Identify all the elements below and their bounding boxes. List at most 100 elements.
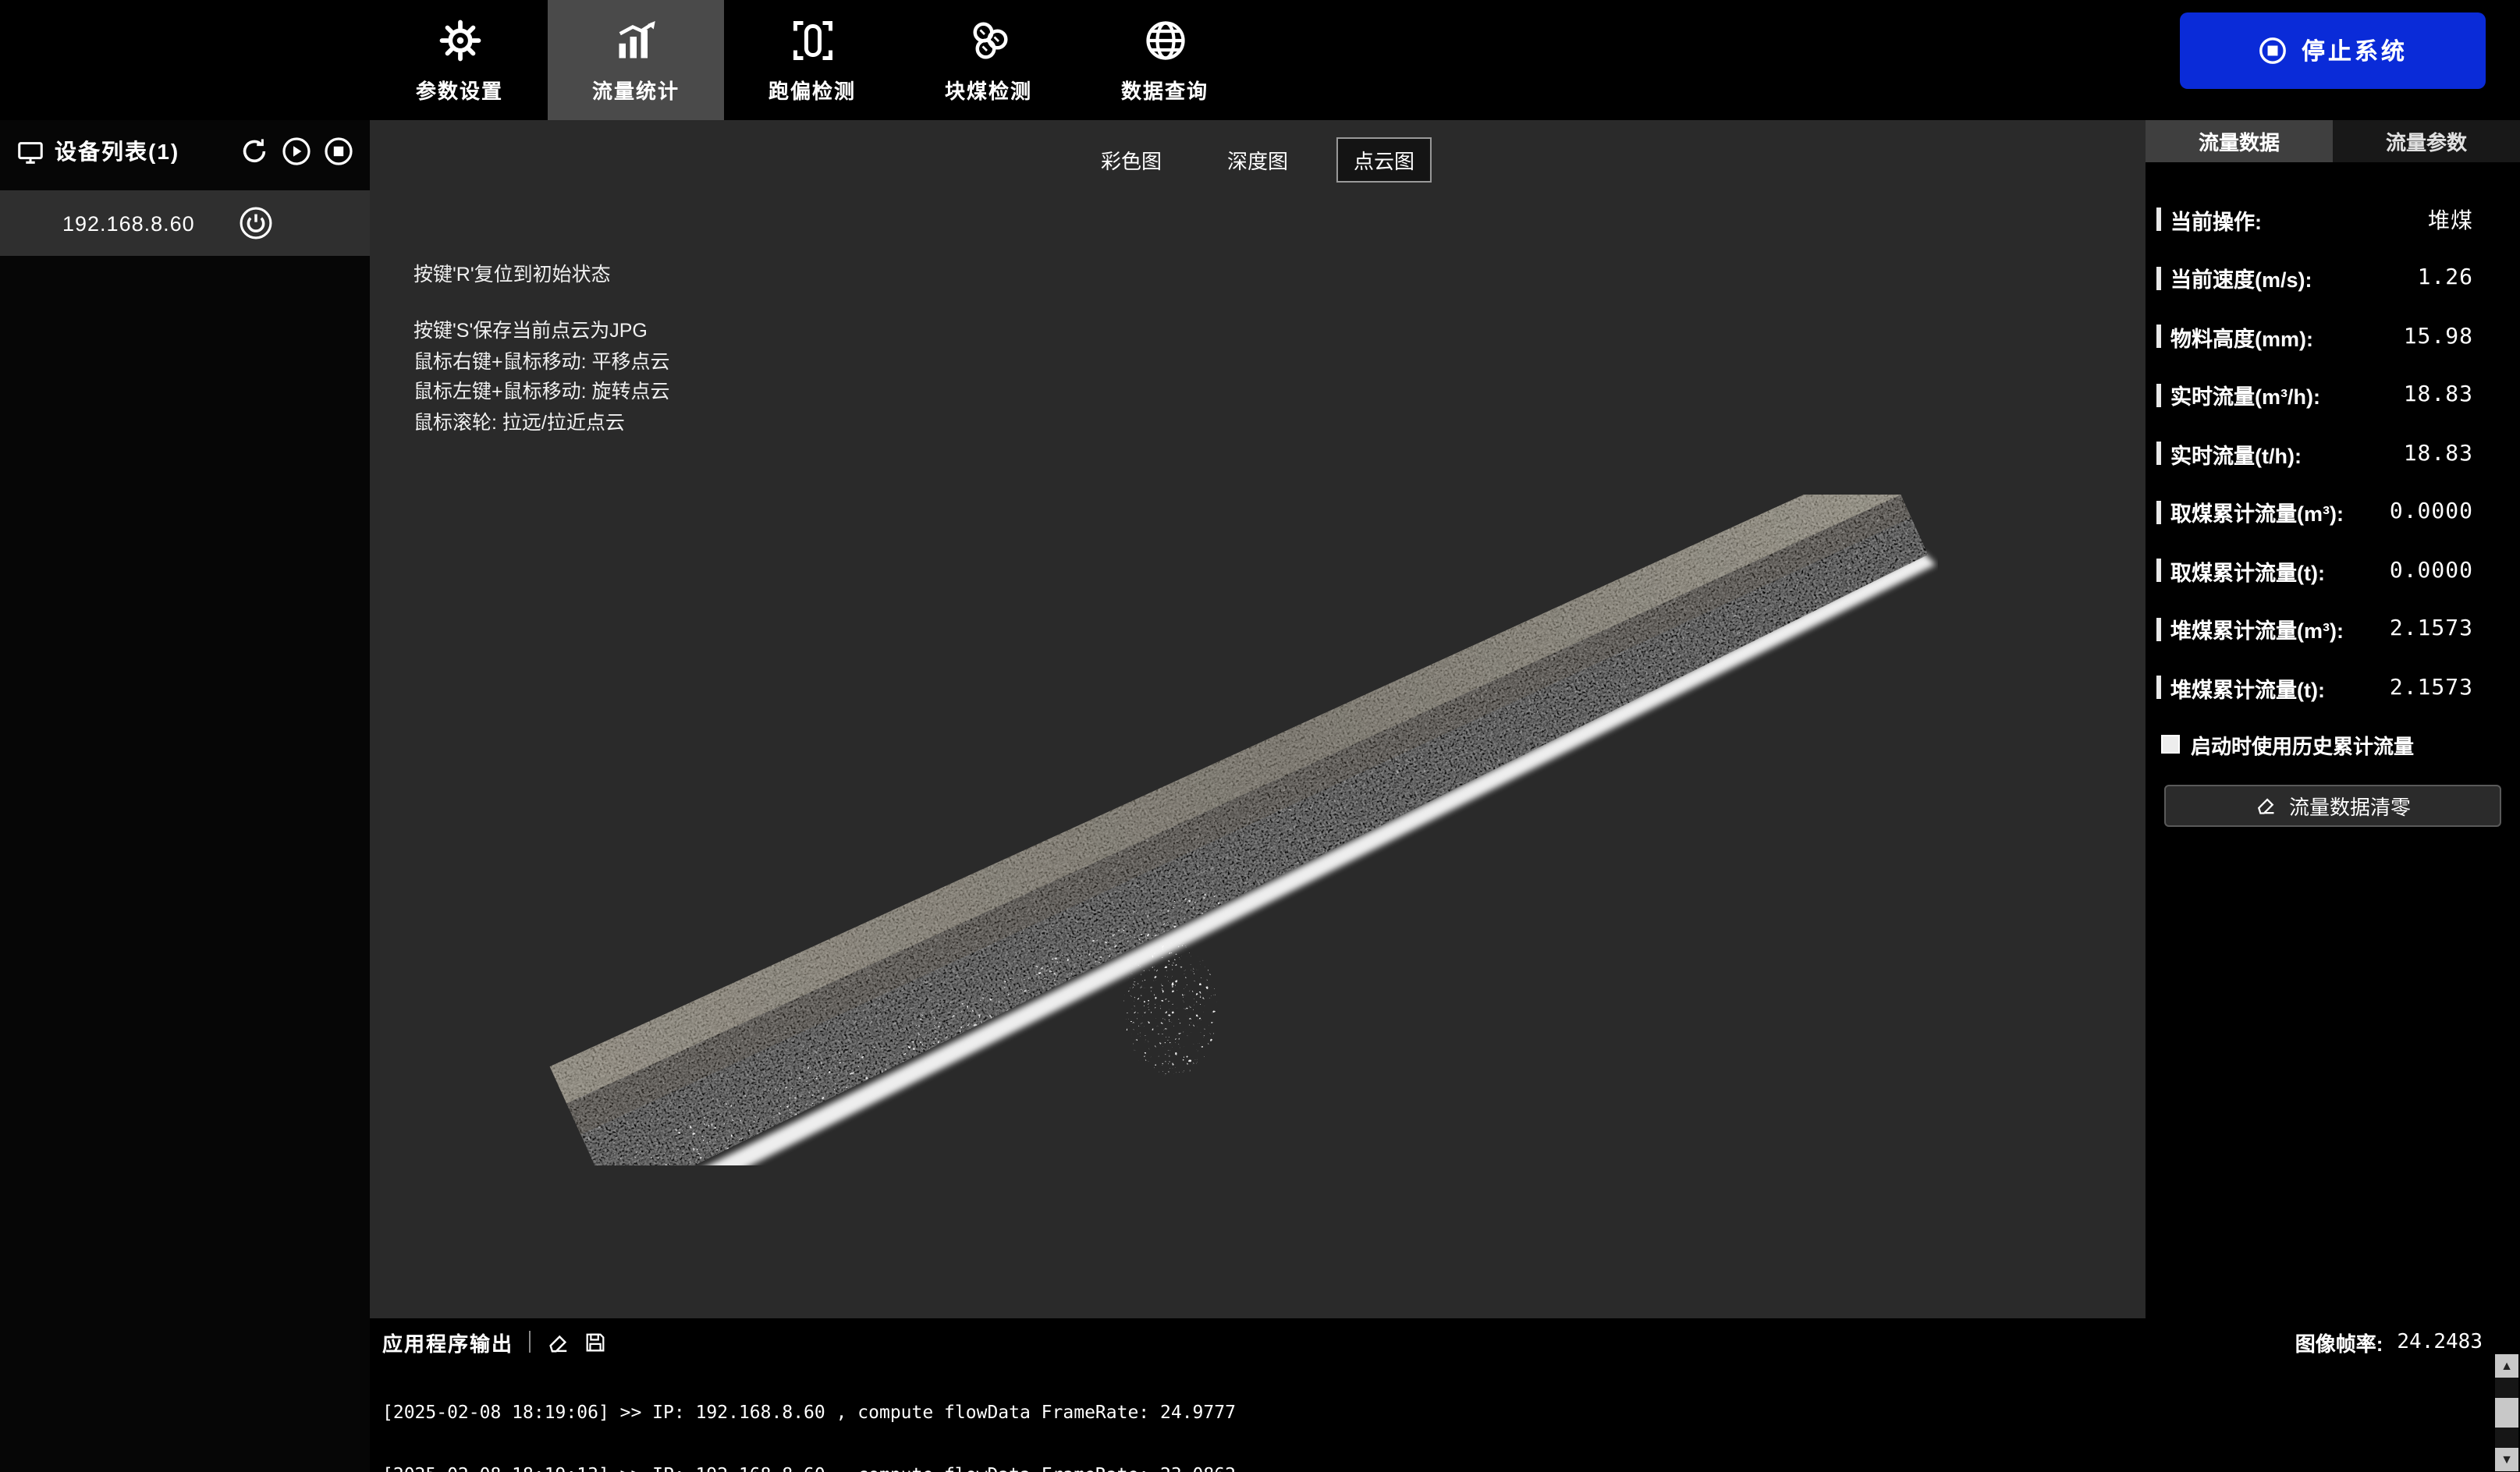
power-icon[interactable]: [239, 206, 273, 240]
log-line: [2025-02-08 18:19:13] >> IP: 192.168.8.6…: [382, 1465, 1236, 1472]
gear-icon: [436, 16, 483, 63]
row-tick: [2156, 676, 2161, 700]
device-ip: 192.168.8.60: [0, 211, 195, 235]
tab-label: 数据查询: [1121, 74, 1209, 104]
row-value: 0.0000: [2390, 559, 2473, 583]
stop-icon[interactable]: [323, 136, 354, 167]
framerate-label: 图像帧率:: [2295, 1328, 2383, 1357]
tab-label: 参数设置: [416, 74, 503, 104]
tab-label: 流量统计: [592, 74, 680, 104]
app-window: 参数设置 流量统计: [0, 0, 2520, 1472]
clear-icon: [2255, 794, 2277, 816]
log-title: 应用程序输出: [382, 1327, 513, 1357]
row-reclaim-total-t: 取煤累计流量(t): 0.0000: [2146, 541, 2520, 600]
stop-system-button[interactable]: 停止系统: [2180, 12, 2486, 89]
row-stack-total-t: 堆煤累计流量(t): 2.1573: [2146, 658, 2520, 717]
flow-rows: 当前操作: 堆煤 当前速度(m/s): 1.26 物料高度(mm): 15.98…: [2146, 190, 2520, 717]
scroll-up-arrow[interactable]: ▲: [2495, 1354, 2518, 1378]
belt-deviation-icon: [789, 16, 836, 63]
image-framerate: 图像帧率: 24.2483: [2295, 1328, 2483, 1357]
row-label: 堆煤累计流量(t):: [2170, 672, 2325, 704]
tab-lump-coal-detection[interactable]: 块煤检测: [900, 0, 1077, 120]
coal-lumps-icon: [965, 16, 1012, 63]
top-bar: 参数设置 流量统计: [0, 0, 2520, 120]
device-row[interactable]: 192.168.8.60: [0, 190, 370, 256]
log-area: 应用程序输出 图像帧率:: [370, 1318, 2520, 1472]
row-realtime-flow-m3: 实时流量(m³/h): 18.83: [2146, 366, 2520, 424]
row-label: 当前操作:: [2170, 204, 2262, 236]
viewer-tabs: 彩色图 深度图 点云图: [1085, 139, 1430, 181]
stop-record-icon: [2258, 36, 2288, 66]
device-sidebar: 设备列表(1): [0, 120, 370, 1472]
save-log-icon[interactable]: [584, 1330, 607, 1353]
log-line: [2025-02-08 18:19:06] >> IP: 192.168.8.6…: [382, 1403, 1236, 1424]
point-cloud-canvas[interactable]: [534, 495, 1938, 1165]
tab-flow-data[interactable]: 流量数据: [2146, 120, 2333, 162]
tab-label: 块煤检测: [945, 74, 1032, 104]
row-current-speed: 当前速度(m/s): 1.26: [2146, 249, 2520, 307]
history-total-checkbox-row[interactable]: 启动时使用历史累计流量: [2146, 729, 2520, 759]
row-value: 18.83: [2404, 442, 2473, 466]
history-checkbox[interactable]: [2161, 735, 2180, 754]
play-icon[interactable]: [281, 136, 312, 167]
row-tick: [2156, 559, 2161, 583]
help-block: 按键'S'保存当前点云为JPG 鼠标右键+鼠标移动: 平移点云 鼠标左键+鼠标移…: [413, 317, 670, 438]
row-label: 实时流量(t/h):: [2170, 438, 2302, 470]
tab-deviation-detection[interactable]: 跑偏检测: [724, 0, 900, 120]
tab-label: 跑偏检测: [768, 74, 856, 104]
row-realtime-flow-t: 实时流量(t/h): 18.83: [2146, 424, 2520, 483]
stop-system-label: 停止系统: [2302, 34, 2408, 67]
log-toolbar: [546, 1330, 607, 1353]
globe-icon: [1141, 16, 1188, 63]
tab-color-map[interactable]: 彩色图: [1085, 139, 1177, 181]
log-lines: [2025-02-08 18:19:06] >> IP: 192.168.8.6…: [382, 1360, 1236, 1472]
row-value: 2.1573: [2390, 676, 2473, 701]
scroll-down-arrow[interactable]: ▼: [2495, 1448, 2518, 1471]
row-value: 0.0000: [2390, 500, 2473, 525]
row-tick: [2156, 618, 2161, 641]
tab-param-settings[interactable]: 参数设置: [371, 0, 548, 120]
row-value: 18.83: [2404, 383, 2473, 408]
device-list-title: 设备列表(1): [55, 136, 179, 167]
panel-tabs: 流量数据 流量参数: [2146, 120, 2520, 162]
history-checkbox-label: 启动时使用历史累计流量: [2191, 729, 2414, 759]
tab-point-cloud[interactable]: 点云图: [1338, 139, 1430, 181]
row-tick: [2156, 442, 2161, 466]
framerate-value: 24.2483: [2397, 1331, 2483, 1354]
row-tick: [2156, 501, 2161, 524]
row-tick: [2156, 208, 2161, 232]
row-value: 1.26: [2418, 266, 2473, 291]
row-tick: [2156, 267, 2161, 290]
row-label: 当前速度(m/s):: [2170, 263, 2312, 294]
clear-flow-data-button[interactable]: 流量数据清零: [2164, 784, 2501, 826]
log-scrollbar[interactable]: ▲ ▼: [2495, 1354, 2518, 1471]
point-cloud-viewer: 彩色图 深度图 点云图 按键'R'复位到初始状态 按键'S'保存当前点云为JPG…: [370, 120, 2146, 1318]
refresh-icon[interactable]: [239, 136, 270, 167]
row-value: 15.98: [2404, 325, 2473, 349]
tab-flow-params[interactable]: 流量参数: [2333, 120, 2520, 162]
row-value: 2.1573: [2390, 617, 2473, 642]
row-current-operation: 当前操作: 堆煤: [2146, 190, 2520, 249]
log-header: 应用程序输出: [370, 1328, 2520, 1356]
row-material-height: 物料高度(mm): 15.98: [2146, 307, 2520, 366]
row-tick: [2156, 325, 2161, 349]
bar-chart-icon: [612, 16, 659, 63]
device-list-icon: [16, 137, 45, 166]
scroll-thumb[interactable]: [2495, 1398, 2518, 1428]
row-reclaim-total-m3: 取煤累计流量(m³): 0.0000: [2146, 483, 2520, 541]
clear-button-label: 流量数据清零: [2289, 790, 2411, 820]
tab-flow-statistics[interactable]: 流量统计: [548, 0, 724, 120]
row-label: 堆煤累计流量(m³):: [2170, 614, 2344, 645]
row-label: 取煤累计流量(t):: [2170, 555, 2325, 587]
tab-data-query[interactable]: 数据查询: [1077, 0, 1253, 120]
help-reset-line: 按键'R'复位到初始状态: [413, 257, 611, 287]
main-nav: 参数设置 流量统计: [371, 0, 1253, 120]
tab-depth-map[interactable]: 深度图: [1212, 139, 1304, 181]
help-pan-line: 鼠标右键+鼠标移动: 平移点云: [413, 347, 670, 378]
clear-log-icon[interactable]: [546, 1330, 570, 1353]
help-rotate-line: 鼠标左键+鼠标移动: 旋转点云: [413, 378, 670, 408]
divider: [529, 1331, 531, 1353]
row-label: 实时流量(m³/h):: [2170, 380, 2320, 411]
row-label: 物料高度(mm):: [2170, 321, 2313, 353]
help-zoom-line: 鼠标滚轮: 拉远/拉近点云: [413, 408, 670, 438]
